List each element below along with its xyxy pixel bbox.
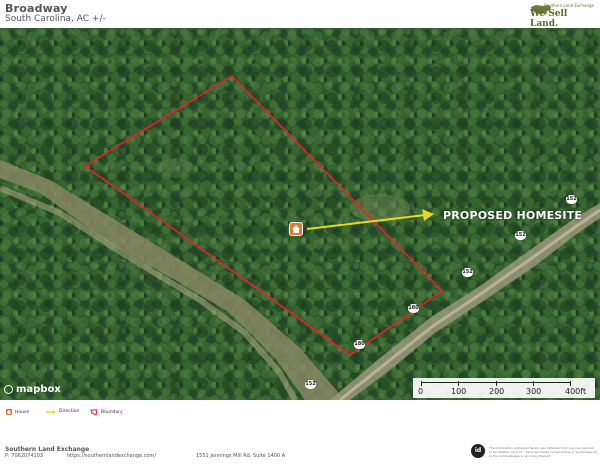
- scale-tick: [570, 381, 571, 386]
- scale-bar: 0 100 200 300 400ft: [413, 378, 595, 398]
- scale-tick: [458, 381, 459, 386]
- road-shield: 152: [566, 195, 577, 204]
- legend-item-direction: Direction: [46, 409, 79, 414]
- house-icon: [6, 409, 12, 415]
- footer: Southern Land Exchange P: 7062074103 htt…: [0, 440, 600, 464]
- scale-label: 100: [451, 387, 467, 396]
- scale-tick: [421, 381, 422, 386]
- arrow-icon: [46, 409, 56, 414]
- mapbox-label: mapbox: [16, 384, 61, 395]
- road-shield: 180: [408, 304, 419, 313]
- legend-label: Boundary: [101, 410, 123, 415]
- brand-name: We Sell Land.: [530, 9, 568, 29]
- page: Broadway South Carolina, AC +/- Southern…: [0, 0, 600, 464]
- scale-label: 200: [489, 387, 505, 396]
- mapbox-logo-icon: [4, 385, 13, 394]
- legend-label: House: [15, 409, 30, 415]
- scale-tick: [496, 381, 497, 386]
- scale-tick: [533, 381, 534, 386]
- road-shield: 180: [354, 340, 365, 349]
- footer-phone: P: 7062074103: [5, 453, 44, 459]
- boundary-icon: [90, 409, 98, 416]
- mapbox-attribution[interactable]: mapbox: [4, 384, 61, 395]
- footer-address: 1551 Jennings Mill Rd, Suite 1400 A: [196, 453, 286, 459]
- house-marker-icon[interactable]: [289, 222, 303, 236]
- legend-label: Direction: [59, 409, 80, 414]
- footer-disclaimer: The information contained herein was obt…: [489, 446, 597, 458]
- road-shield: 152: [305, 380, 316, 389]
- footer-url[interactable]: https://southernlandexchange.com/: [67, 453, 156, 459]
- land-id-badge: id: [471, 444, 485, 458]
- header: Broadway South Carolina, AC +/- Southern…: [0, 0, 600, 29]
- map-legend: House Direction Boundary: [0, 402, 600, 422]
- legend-item-house: House: [6, 409, 29, 415]
- road-shield: 152: [515, 231, 526, 240]
- brand-logo: Southern Land Exchange We Sell Land.: [530, 3, 594, 29]
- brand-tagline: Southern Land Exchange: [543, 3, 594, 8]
- road-shield: 152: [462, 268, 473, 277]
- property-subtitle: South Carolina, AC +/-: [5, 14, 106, 24]
- scale-label: 0: [418, 387, 424, 396]
- scale-label: 300: [526, 387, 542, 396]
- proposed-homesite-label: PROPOSED HOMESITE: [443, 209, 583, 222]
- satellite-map[interactable]: PROPOSED HOMESITE 152 152 152 180 180 15…: [0, 28, 600, 400]
- footer-company: Southern Land Exchange: [5, 446, 90, 453]
- legend-item-boundary: Boundary: [90, 409, 123, 416]
- scale-label: 400ft: [565, 387, 587, 396]
